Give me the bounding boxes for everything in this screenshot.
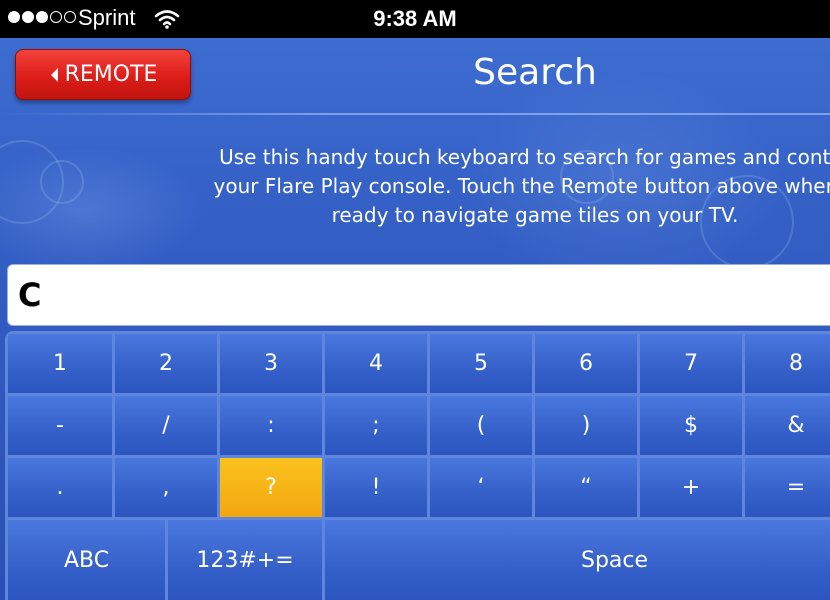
key-colon[interactable]: : [220,396,322,455]
key-8[interactable]: 8 [745,334,830,393]
search-input[interactable]: C [7,264,830,326]
space-key[interactable]: Space [325,520,830,600]
key-period[interactable]: . [8,458,112,517]
key-4[interactable]: 4 [325,334,427,393]
key-comma[interactable]: , [115,458,217,517]
key-open-paren[interactable]: ( [430,396,532,455]
key-ampersand[interactable]: & [745,396,830,455]
remote-button-label: REMOTE [64,62,158,87]
key-plus[interactable]: + [640,458,742,517]
key-exclamation[interactable]: ! [325,458,427,517]
key-2[interactable]: 2 [115,334,217,393]
background-flower-decoration [40,160,84,204]
page-title: Search [473,52,597,93]
key-semicolon[interactable]: ; [325,396,427,455]
key-hyphen[interactable]: - [8,396,112,455]
status-time: 9:38 AM [373,6,457,31]
header-bar: REMOTE Search [0,38,830,112]
key-slash[interactable]: / [115,396,217,455]
symbols-key[interactable]: 123#+= [168,520,322,600]
key-double-quote[interactable]: “ [535,458,637,517]
instructions-text: Use this handy touch keyboard to search … [213,145,830,227]
remote-button[interactable]: REMOTE [15,49,191,100]
key-single-quote[interactable]: ‘ [430,458,532,517]
on-screen-keyboard: 1 2 3 4 5 6 7 8 - / : ; ( ) $ & . , ? ! … [5,331,830,600]
key-close-paren[interactable]: ) [535,396,637,455]
key-5[interactable]: 5 [430,334,532,393]
abc-key[interactable]: ABC [8,520,165,600]
key-1[interactable]: 1 [8,334,112,393]
status-bar: Sprint 9:38 AM [0,0,830,38]
key-dollar[interactable]: $ [640,396,742,455]
back-arrow-icon [50,67,58,82]
key-3[interactable]: 3 [220,334,322,393]
key-6[interactable]: 6 [535,334,637,393]
key-equals[interactable]: = [745,458,830,517]
header-divider [0,113,830,115]
app-screen: Sprint 9:38 AM REMOTE Search Use this ha… [0,0,830,600]
key-7[interactable]: 7 [640,334,742,393]
key-question-mark[interactable]: ? [220,458,322,517]
